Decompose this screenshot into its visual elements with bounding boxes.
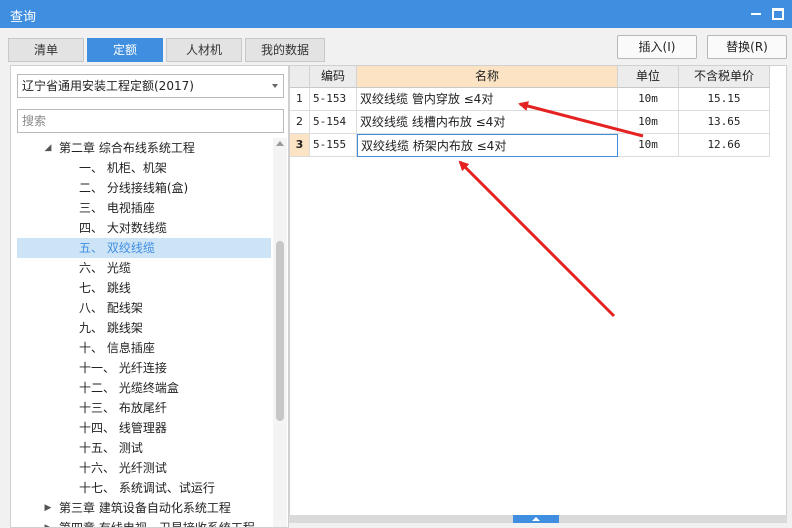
tree-item[interactable]: 十三、 布放尾纤 bbox=[17, 398, 271, 418]
tree-item[interactable]: 七、 跳线 bbox=[17, 278, 271, 298]
quota-grid: 编码 名称 单位 不含税单价 1 5-153 双绞线缆 管内穿放 ≤4对 10m… bbox=[289, 65, 787, 523]
header-unit[interactable]: 单位 bbox=[618, 66, 679, 88]
tree-item[interactable]: 二、 分线接线箱(盒) bbox=[17, 178, 271, 198]
search-input[interactable] bbox=[17, 109, 284, 133]
tree-item[interactable]: 一、 机柜、机架 bbox=[17, 158, 271, 178]
scroll-up-icon[interactable] bbox=[276, 141, 284, 146]
maximize-icon[interactable] bbox=[770, 5, 786, 21]
tree-item[interactable]: 六、 光缆 bbox=[17, 258, 271, 278]
chapter-tree: ◢ 第二章 综合布线系统工程 一、 机柜、机架 二、 分线接线箱(盒) 三、 电… bbox=[11, 138, 273, 527]
insert-button[interactable]: 插入(I) bbox=[617, 35, 697, 59]
header-index bbox=[290, 66, 310, 88]
tree-item[interactable]: 四、 大对数线缆 bbox=[17, 218, 271, 238]
quota-library-select[interactable]: 辽宁省通用安装工程定额(2017) bbox=[17, 74, 284, 98]
tree-item[interactable]: 三、 电视插座 bbox=[17, 198, 271, 218]
tree-item-chapter-4[interactable]: ▶ 第四章 有线电视、卫星接收系统工程 bbox=[17, 518, 271, 527]
window-title: 查询 bbox=[10, 10, 37, 25]
expanded-arrow-icon[interactable]: ◢ bbox=[43, 138, 53, 158]
tree-item[interactable]: 十、 信息插座 bbox=[17, 338, 271, 358]
replace-button[interactable]: 替换(R) bbox=[707, 35, 787, 59]
tree-item-selected[interactable]: 五、 双绞线缆 bbox=[17, 238, 271, 258]
grid-horizontal-scrollbar[interactable] bbox=[289, 515, 787, 523]
tree-item[interactable]: 十一、 光纤连接 bbox=[17, 358, 271, 378]
tab-labor-material[interactable]: 人材机 bbox=[166, 38, 242, 62]
tree-item[interactable]: 十二、 光缆终端盒 bbox=[17, 378, 271, 398]
header-name[interactable]: 名称 bbox=[357, 66, 618, 88]
tree-item[interactable]: 十七、 系统调试、试运行 bbox=[17, 478, 271, 498]
tree-item[interactable]: 十六、 光纤测试 bbox=[17, 458, 271, 478]
scrollbar-thumb[interactable] bbox=[276, 241, 284, 421]
title-bar: 查询 bbox=[0, 0, 792, 28]
header-price[interactable]: 不含税单价 bbox=[679, 66, 770, 88]
tree-item[interactable]: 十四、 线管理器 bbox=[17, 418, 271, 438]
tree-item-chapter-3[interactable]: ▶ 第三章 建筑设备自动化系统工程 bbox=[17, 498, 271, 518]
tree-item[interactable]: 十五、 测试 bbox=[17, 438, 271, 458]
scrollbar-handle[interactable] bbox=[513, 515, 559, 523]
header-code[interactable]: 编码 bbox=[310, 66, 357, 88]
collapsed-arrow-icon[interactable]: ▶ bbox=[43, 518, 53, 527]
tab-bill[interactable]: 清单 bbox=[8, 38, 84, 62]
tab-quota[interactable]: 定额 bbox=[87, 38, 163, 62]
collapsed-arrow-icon[interactable]: ▶ bbox=[43, 498, 53, 518]
tree-item[interactable]: 八、 配线架 bbox=[17, 298, 271, 318]
dialog-body: 清单 定额 人材机 我的数据 插入(I) 替换(R) 辽宁省通用安装工程定额(2… bbox=[0, 28, 792, 528]
chevron-down-icon bbox=[272, 84, 278, 88]
quota-library-value: 辽宁省通用安装工程定额(2017) bbox=[22, 79, 194, 93]
tree-item[interactable]: 九、 跳线架 bbox=[17, 318, 271, 338]
quota-tree-panel: 辽宁省通用安装工程定额(2017) ◢ 第二章 综合布线系统工程 一、 机柜、机… bbox=[10, 65, 289, 528]
tab-my-data[interactable]: 我的数据 bbox=[245, 38, 325, 62]
tree-scrollbar[interactable] bbox=[273, 138, 287, 527]
minimize-icon[interactable] bbox=[748, 5, 764, 21]
tree-item-chapter-2[interactable]: ◢ 第二章 综合布线系统工程 bbox=[17, 138, 271, 158]
